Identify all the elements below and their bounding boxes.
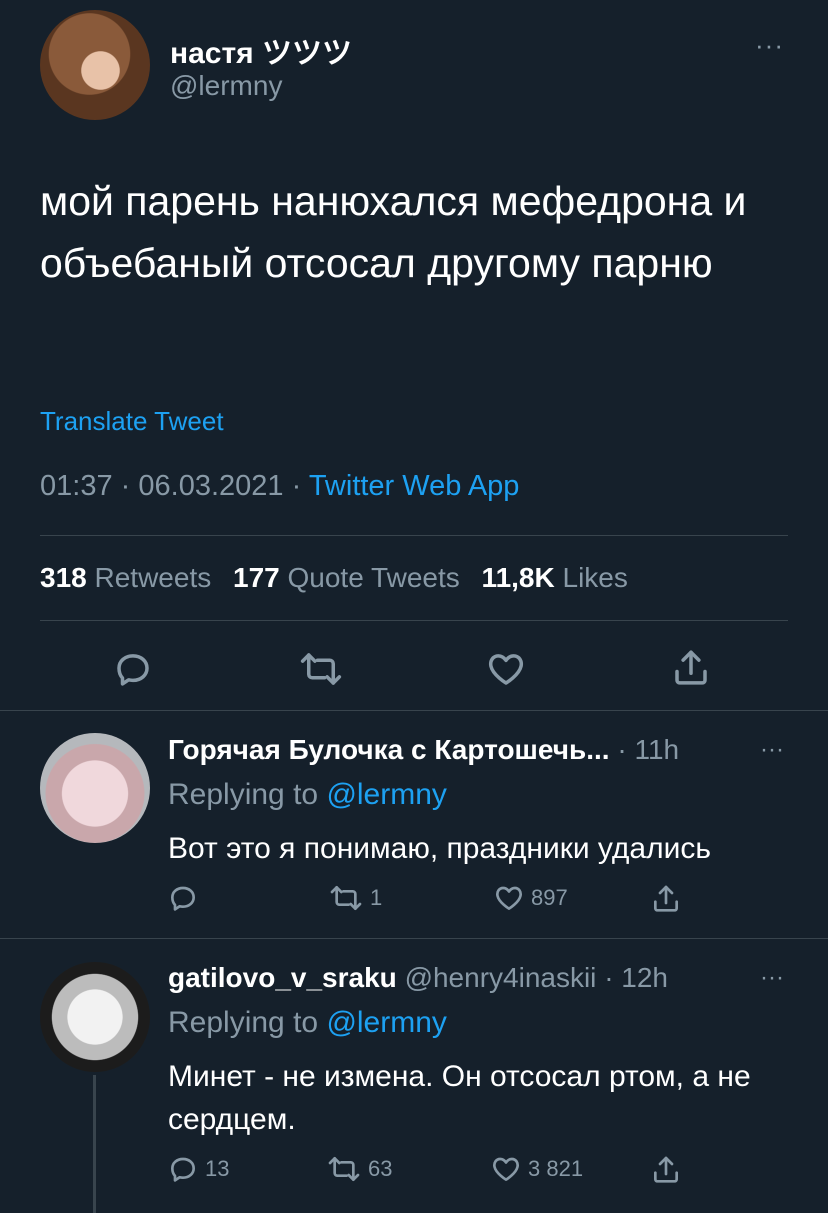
reply-text: Вот это я понимаю, праздники удались (168, 832, 712, 865)
retweet-button[interactable]: 63 (326, 1153, 392, 1185)
share-button[interactable] (650, 882, 682, 916)
reply-author-avatar[interactable] (40, 733, 150, 843)
divider (40, 535, 788, 536)
reply-header: Горячая Булочка с Картошечь... · 11h (168, 734, 679, 766)
like-count: 3 821 (528, 1156, 584, 1181)
retweet-button[interactable] (298, 648, 344, 690)
reply-icon (171, 886, 195, 911)
reply-button[interactable] (167, 882, 205, 914)
heart-icon (496, 886, 522, 910)
meta-separator: · (120, 470, 131, 502)
more-options-icon[interactable]: ··· (760, 736, 784, 764)
quote-tweets-stat[interactable]: 177 Quote Tweets (233, 562, 460, 593)
reply-icon (171, 1157, 195, 1182)
reply-icon (117, 654, 149, 686)
author-handle[interactable]: @lermny (170, 70, 282, 102)
reply-count: 13 (205, 1156, 230, 1181)
reply-text: Минет - не измена. Он отсосал ртом, а не… (168, 1060, 751, 1136)
reply-author-avatar[interactable] (40, 962, 150, 1072)
like-button[interactable] (485, 648, 527, 690)
reply-button[interactable]: 13 (167, 1153, 229, 1185)
share-button[interactable] (650, 1153, 682, 1187)
tweet-source-link[interactable]: Twitter Web App (309, 470, 520, 502)
reply-actions: 1 897 (0, 882, 828, 922)
heart-icon (493, 1157, 519, 1181)
retweet-button[interactable]: 1 (328, 882, 382, 914)
translate-tweet-link[interactable]: Translate Tweet (40, 406, 224, 437)
replying-to: Replying to @lermny (168, 778, 447, 811)
reply-author-name[interactable]: gatilovo_v_sraku (168, 962, 397, 993)
like-button[interactable]: 897 (493, 882, 568, 914)
share-icon (654, 1156, 678, 1183)
retweet-count: 63 (368, 1156, 393, 1181)
retweet-icon (300, 653, 342, 685)
like-count: 897 (531, 885, 568, 910)
reply-author-handle[interactable]: @henry4inaskii (405, 962, 597, 993)
tweet-meta: 01:37 · 06.03.2021 · Twitter Web App (40, 470, 519, 503)
likes-stat[interactable]: 11,8K Likes (482, 562, 628, 593)
reply-time: · 12h (604, 962, 669, 993)
tweet-actions (0, 640, 828, 700)
divider (40, 620, 788, 621)
share-icon (675, 650, 707, 685)
retweet-count: 1 (370, 885, 383, 910)
share-icon (654, 885, 678, 912)
author-name[interactable]: настя ツツツ (170, 28, 352, 72)
replying-to-handle[interactable]: @lermny (326, 1006, 446, 1039)
reply-header: gatilovo_v_sraku @henry4inaskii · 12h (168, 962, 668, 994)
retweet-icon (330, 886, 362, 910)
tweet-stats: 318 Retweets 177 Quote Tweets 11,8K Like… (40, 562, 642, 594)
reply-button[interactable] (112, 648, 154, 690)
like-button[interactable]: 3 821 (490, 1153, 583, 1185)
divider (0, 710, 828, 711)
tweet-text: мой парень нанюхался мефедрона и объебан… (40, 178, 747, 286)
replying-to-handle[interactable]: @lermny (326, 778, 446, 811)
tweet-date: 06.03.2021 (138, 470, 284, 502)
retweets-stat[interactable]: 318 Retweets (40, 562, 211, 593)
retweet-icon (328, 1157, 360, 1181)
reply-actions: 13 63 3 821 (0, 1153, 828, 1193)
author-avatar[interactable] (40, 10, 150, 120)
more-options-icon[interactable]: ··· (755, 30, 784, 61)
divider (0, 938, 828, 939)
reply-time: · 11h (617, 734, 680, 765)
meta-separator: · (291, 470, 302, 502)
more-options-icon[interactable]: ··· (760, 964, 784, 992)
tweet-time: 01:37 (40, 470, 113, 502)
reply-author-name[interactable]: Горячая Булочка с Картошечь... (168, 734, 610, 765)
replying-to: Replying to @lermny (168, 1006, 447, 1039)
share-button[interactable] (670, 646, 712, 690)
heart-icon (488, 654, 524, 685)
